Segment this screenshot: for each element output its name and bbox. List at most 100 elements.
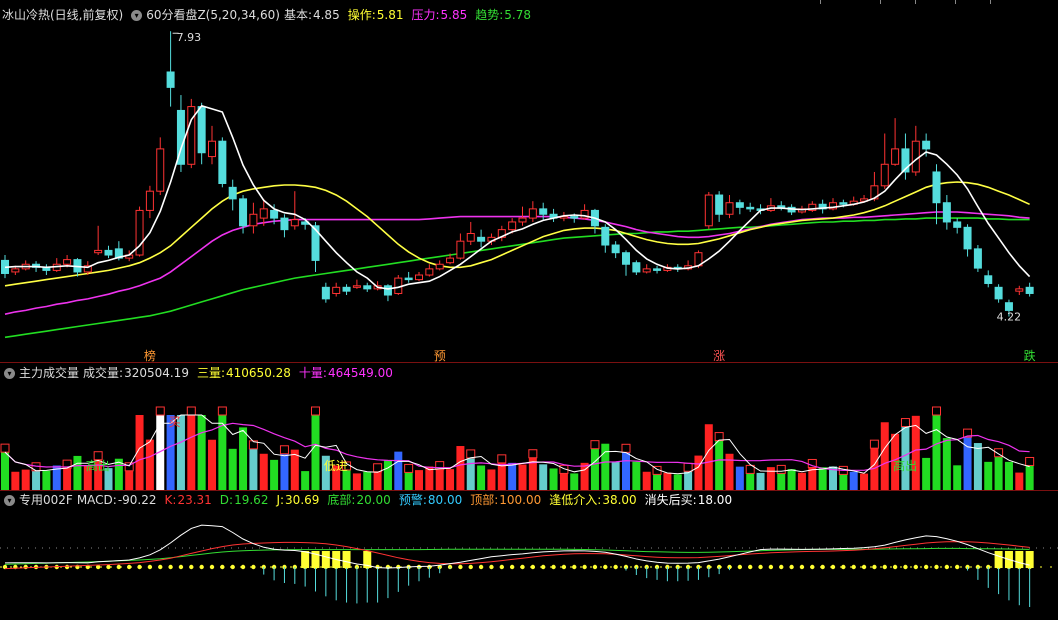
low-price-label: 4.22 (997, 311, 1022, 324)
candle-body (321, 286, 330, 300)
macd-dot (468, 564, 473, 570)
volume-bar (746, 473, 755, 490)
volume-outline (497, 454, 507, 464)
volume-bar (808, 467, 817, 490)
macd-dot (799, 564, 805, 570)
macd-dot (199, 564, 204, 570)
volume-outline (186, 406, 196, 416)
volume-bar (125, 470, 134, 490)
volume-bar (549, 468, 558, 490)
volume-bar (622, 452, 630, 490)
candle-body (249, 213, 258, 227)
candle-body (704, 194, 713, 227)
kdj-k-line (4, 541, 1030, 570)
candle-body (435, 263, 444, 270)
macd-dot (923, 564, 929, 570)
volume-bar (456, 446, 465, 490)
candle-body (891, 148, 900, 165)
volume-bar (487, 469, 496, 490)
candle-body (94, 249, 103, 254)
volume-bar (1025, 465, 1034, 490)
chart-canvas[interactable]: 7.93 4.22 榜 预 涨 跌高出 买低进 高出 (0, 0, 1058, 620)
volume-bar (228, 448, 237, 490)
macd-dot (551, 564, 556, 570)
volume-bar (849, 471, 858, 490)
macd-line (4, 524, 1030, 569)
candle-body (352, 285, 361, 288)
candle-body (984, 275, 993, 284)
candle-body (994, 286, 1003, 300)
candle-body (911, 140, 920, 173)
macd-dot (509, 564, 515, 570)
volume-bar (725, 453, 734, 490)
volume-bar (766, 467, 775, 490)
candle-body (953, 221, 962, 228)
volume-bar (259, 453, 268, 490)
candle-body (777, 205, 786, 208)
macd-dot (830, 564, 836, 570)
candle-body (1025, 286, 1034, 294)
macd-dot (841, 564, 846, 570)
candle-body (383, 285, 392, 296)
volume-bar (922, 457, 931, 490)
macd-dot (768, 564, 774, 570)
macd-dot (934, 564, 939, 570)
volume-bar (984, 461, 993, 490)
ma-line-green (4, 217, 1030, 339)
volume-bar (539, 464, 548, 490)
volume-bar (704, 424, 713, 490)
volume-bar (642, 471, 651, 490)
candle-body (642, 268, 651, 273)
macd-dot (209, 564, 215, 570)
candle-body (653, 268, 662, 271)
volume-bar (280, 453, 289, 490)
macd-dot (178, 564, 184, 570)
alert-block (321, 551, 330, 568)
macd-dot (478, 564, 484, 570)
volume-bar (270, 459, 279, 490)
macd-dot (851, 564, 856, 570)
volume-bar (239, 427, 248, 490)
candle-body (539, 208, 548, 215)
volume-bar (187, 415, 196, 490)
candle-body (942, 202, 951, 223)
macd-dot (106, 564, 111, 570)
volume-bar (311, 415, 320, 490)
volume-bar (32, 470, 41, 490)
volume-bar (880, 422, 889, 490)
volume-bar (684, 471, 693, 490)
macd-dot (582, 564, 587, 570)
macd-dot (913, 564, 918, 570)
candle-body (477, 236, 486, 242)
volume-bar (42, 470, 51, 490)
volume-bar (301, 471, 310, 490)
volume-bar (1, 452, 9, 490)
macd-dot (458, 564, 463, 570)
volume-outline (932, 406, 941, 416)
candle-body (270, 209, 279, 219)
macd-dot (23, 564, 28, 570)
volume-signal: 高出 (893, 458, 917, 473)
macd-dot (572, 564, 577, 570)
signal-marker: 涨 (713, 348, 725, 363)
volume-signal: 低进 (324, 459, 348, 473)
candle-body (425, 268, 434, 276)
volume-bar (373, 471, 382, 490)
volume-outline (528, 449, 538, 459)
candle-body (446, 257, 455, 264)
stock-chart-window: 冰山冷热(日线,前复权) ▾ 60分看盘Z(5,20,34,60) 基本:4.8… (0, 0, 1058, 620)
candle-body (290, 219, 299, 227)
volume-bar (580, 462, 589, 490)
volume-outline (279, 445, 289, 455)
macd-dot (603, 564, 608, 570)
volume-bar (860, 473, 869, 490)
volume-bar (1015, 472, 1024, 490)
volume-outline (714, 432, 724, 442)
volume-outline (155, 406, 165, 416)
volume-signal: 高出 (86, 458, 110, 473)
volume-bar (797, 472, 806, 490)
macd-dot (116, 564, 122, 570)
volume-bar (777, 473, 786, 490)
macd-dot (561, 564, 567, 570)
volume-bar (415, 470, 423, 490)
